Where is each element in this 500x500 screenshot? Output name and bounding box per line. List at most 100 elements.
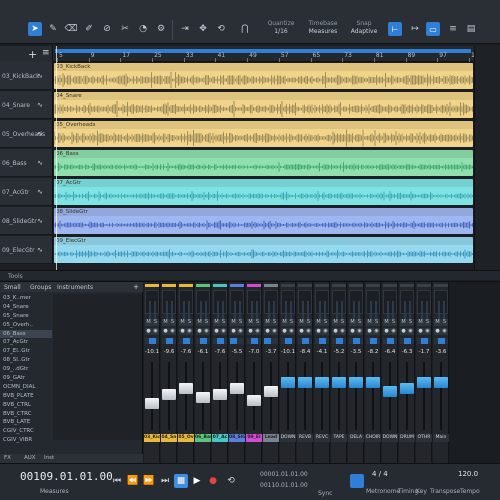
channel-list-item[interactable]: 09_GAtr — [0, 374, 52, 383]
channel-name[interactable]: 04_Sn — [161, 434, 177, 442]
volume-fader[interactable] — [332, 377, 346, 388]
channel-name[interactable]: REVC — [314, 434, 330, 442]
track-header[interactable]: 03_KickBack ∿ — [0, 62, 53, 90]
audio-clip[interactable]: 06_Bass — [54, 150, 473, 176]
solo-button[interactable]: S — [356, 319, 363, 326]
record-arm-icon[interactable]: ● — [179, 328, 186, 335]
channel-list-item[interactable]: 07_AcGtr — [0, 338, 52, 347]
mute-button[interactable]: M — [298, 319, 305, 326]
volume-readout[interactable]: -5.2 — [331, 349, 347, 355]
channel-name[interactable]: Lead — [263, 434, 279, 442]
monitor-icon[interactable]: ◉ — [356, 328, 363, 335]
record-arm-icon[interactable]: ● — [349, 328, 356, 335]
mute-button[interactable]: M — [196, 319, 203, 326]
channel-list-item[interactable]: BVB_CTRL — [0, 401, 52, 410]
mute-button[interactable]: M — [434, 319, 441, 326]
channel-name[interactable]: 03_Kick — [144, 434, 160, 442]
record-arm-icon[interactable]: ● — [383, 328, 390, 335]
add-track-icon[interactable]: + — [28, 48, 37, 61]
monitor-icon[interactable]: ◉ — [441, 328, 448, 335]
channel-name[interactable]: DOWN — [382, 434, 398, 442]
record-arm-icon[interactable]: ● — [332, 328, 339, 335]
move-icon[interactable]: ✥ — [196, 22, 210, 36]
listen-tool-icon[interactable]: ◔ — [136, 22, 150, 36]
snap-select[interactable]: Snap Adaptive — [346, 20, 382, 36]
volume-fader[interactable] — [298, 377, 312, 388]
mute-tool-icon[interactable]: ⊘ — [100, 22, 114, 36]
solo-button[interactable]: S — [407, 319, 414, 326]
volume-fader[interactable] — [196, 392, 210, 403]
monitor-icon[interactable]: ◉ — [407, 328, 414, 335]
add-channel-icon[interactable]: + — [133, 283, 139, 291]
volume-readout[interactable]: -3.6 — [433, 349, 449, 355]
mute-button[interactable]: M — [417, 319, 424, 326]
record-button[interactable]: ● — [206, 474, 220, 488]
volume-fader[interactable] — [349, 377, 363, 388]
monitor-icon[interactable]: ◉ — [322, 328, 329, 335]
mute-button[interactable]: M — [247, 319, 254, 326]
solo-button[interactable]: S — [305, 319, 312, 326]
aux-toggle[interactable]: AUX — [24, 455, 36, 461]
solo-button[interactable]: S — [186, 319, 193, 326]
monitor-icon[interactable]: ◉ — [152, 328, 159, 335]
mute-button[interactable]: M — [366, 319, 373, 326]
pan-slider[interactable] — [417, 338, 431, 344]
monitor-icon[interactable]: ◉ — [339, 328, 346, 335]
mute-button[interactable]: M — [315, 319, 322, 326]
channel-list-item[interactable]: 08_Sl..Gtr — [0, 356, 52, 365]
play-button[interactable]: ▶ — [190, 474, 204, 488]
volume-fader[interactable] — [162, 389, 176, 400]
fx-toggle[interactable]: FX — [4, 455, 11, 461]
cursor-follow-icon[interactable]: ⇥ — [178, 22, 192, 36]
record-arm-icon[interactable]: ● — [230, 328, 237, 335]
console-toggle-icon[interactable]: ▭ — [426, 22, 440, 36]
audio-clip[interactable]: 07_AcGtr — [54, 179, 473, 205]
rewind-icon[interactable]: ⏪ — [126, 474, 140, 488]
solo-button[interactable]: S — [390, 319, 397, 326]
monitor-icon[interactable]: ◉ — [390, 328, 397, 335]
mute-button[interactable]: M — [162, 319, 169, 326]
paint-tool-icon[interactable]: ✐ — [82, 22, 96, 36]
snap-toggle-icon[interactable]: ⊢ — [388, 22, 402, 36]
split-tool-icon[interactable]: ✂ — [118, 22, 132, 36]
volume-fader[interactable] — [417, 377, 431, 388]
mute-button[interactable]: M — [383, 319, 390, 326]
volume-fader[interactable] — [366, 377, 380, 388]
volume-readout[interactable]: -6.3 — [399, 349, 415, 355]
bend-tool-icon[interactable]: ⚙ — [154, 22, 168, 36]
arrow-tool-icon[interactable]: ➤ — [28, 22, 42, 36]
channel-list-item[interactable]: 09_..dGtr — [0, 365, 52, 374]
volume-readout[interactable]: -1.7 — [416, 349, 432, 355]
record-arm-icon[interactable]: ● — [213, 328, 220, 335]
solo-button[interactable]: S — [373, 319, 380, 326]
timebase-select[interactable]: Timebase Measures — [302, 20, 344, 36]
arrange-scroll-strip[interactable] — [474, 46, 500, 270]
mute-button[interactable]: M — [179, 319, 186, 326]
channel-name[interactable]: Main — [433, 434, 449, 442]
track-header[interactable]: 09_ElecGtr ∿ — [0, 236, 53, 264]
record-arm-icon[interactable]: ● — [315, 328, 322, 335]
channel-list-item[interactable]: 03_K..mer — [0, 294, 52, 303]
channel-name[interactable]: 08_SlGtr — [229, 434, 245, 442]
forward-icon[interactable]: ⏩ — [142, 474, 156, 488]
monitor-icon[interactable]: ◉ — [169, 328, 176, 335]
channel-list-item[interactable]: CGIV_VIBR — [0, 436, 52, 445]
pan-slider[interactable] — [349, 338, 363, 344]
channel-name[interactable]: 07_Ac — [212, 434, 228, 442]
monitor-icon[interactable]: ◉ — [237, 328, 244, 335]
timeline-ruler[interactable]: 591725334149576573818997105 — [53, 46, 482, 62]
volume-fader[interactable] — [230, 383, 244, 394]
pan-slider[interactable] — [366, 338, 380, 344]
monitor-icon[interactable]: ◉ — [271, 328, 278, 335]
volume-readout[interactable]: -10.1 — [280, 349, 296, 355]
monitor-icon[interactable]: ◉ — [186, 328, 193, 335]
volume-readout[interactable]: -8.2 — [365, 349, 381, 355]
monitor-icon[interactable]: ◉ — [254, 328, 261, 335]
channel-name[interactable]: DOWN — [280, 434, 296, 442]
solo-button[interactable]: S — [339, 319, 346, 326]
mute-button[interactable]: M — [332, 319, 339, 326]
mute-button[interactable]: M — [213, 319, 220, 326]
volume-fader[interactable] — [434, 377, 448, 388]
tab-groups[interactable]: Groups — [30, 284, 51, 291]
channel-name[interactable]: 09_El — [246, 434, 262, 442]
